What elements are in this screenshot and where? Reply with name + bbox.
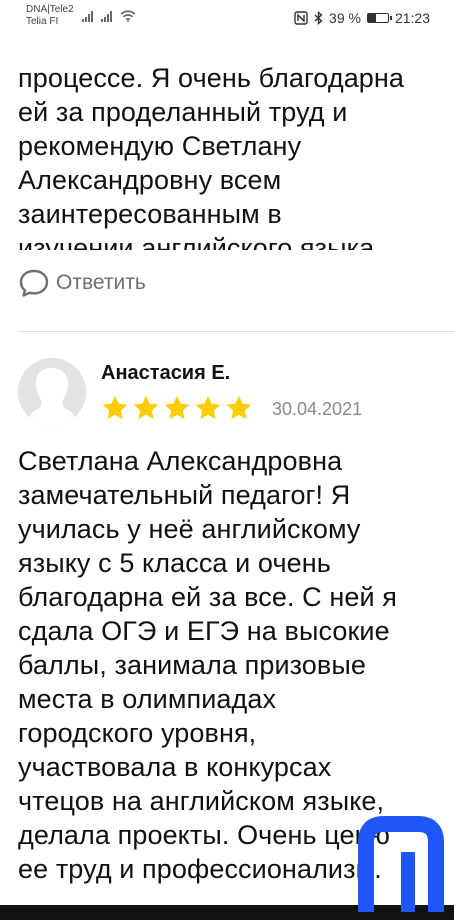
right-status: 39 % 21:23 xyxy=(294,10,430,26)
cell-signal-icon xyxy=(82,10,93,22)
review-author[interactable]: Анастасия Е. xyxy=(101,362,230,385)
carrier-line-1: DNA|Tele2 xyxy=(26,4,74,15)
brand-logo xyxy=(358,816,444,912)
bluetooth-icon xyxy=(314,11,323,25)
speech-bubble-icon xyxy=(19,269,49,297)
previous-review-text: процессе. Я очень благодарна ей за проде… xyxy=(18,63,405,250)
status-bar: DNA|Tele2 Telia FI 39 % 21:23 xyxy=(0,0,454,38)
star-icon xyxy=(164,395,190,420)
battery-icon xyxy=(366,13,392,23)
review-date: 30.04.2021 xyxy=(272,399,363,419)
wifi-icon xyxy=(120,10,136,22)
clock-time: 21:23 xyxy=(394,10,430,26)
reply-label: Ответить xyxy=(56,271,146,294)
previous-review-text-container: процессе. Я очень благодарна ей за проде… xyxy=(18,38,448,250)
user-silhouette-icon xyxy=(18,358,86,426)
carrier-line-2: Telia FI xyxy=(26,16,59,27)
avatar[interactable] xyxy=(18,358,86,426)
carrier-info: DNA|Tele2 Telia FI xyxy=(26,4,74,28)
star-icon xyxy=(133,395,159,420)
signal-icons xyxy=(82,10,136,22)
battery-fill xyxy=(367,14,376,22)
star-icon xyxy=(102,395,128,420)
battery-percent: 39 % xyxy=(329,10,361,26)
star-icon xyxy=(226,395,252,420)
review-divider xyxy=(18,331,454,332)
review-page: DNA|Tele2 Telia FI 39 % 21:23 процессе. … xyxy=(0,0,454,920)
cell-signal-icon xyxy=(101,10,112,22)
rating-stars xyxy=(101,394,253,422)
reply-button[interactable]: Ответить xyxy=(18,268,146,298)
star-icon xyxy=(195,395,221,420)
nfc-icon xyxy=(294,11,308,25)
